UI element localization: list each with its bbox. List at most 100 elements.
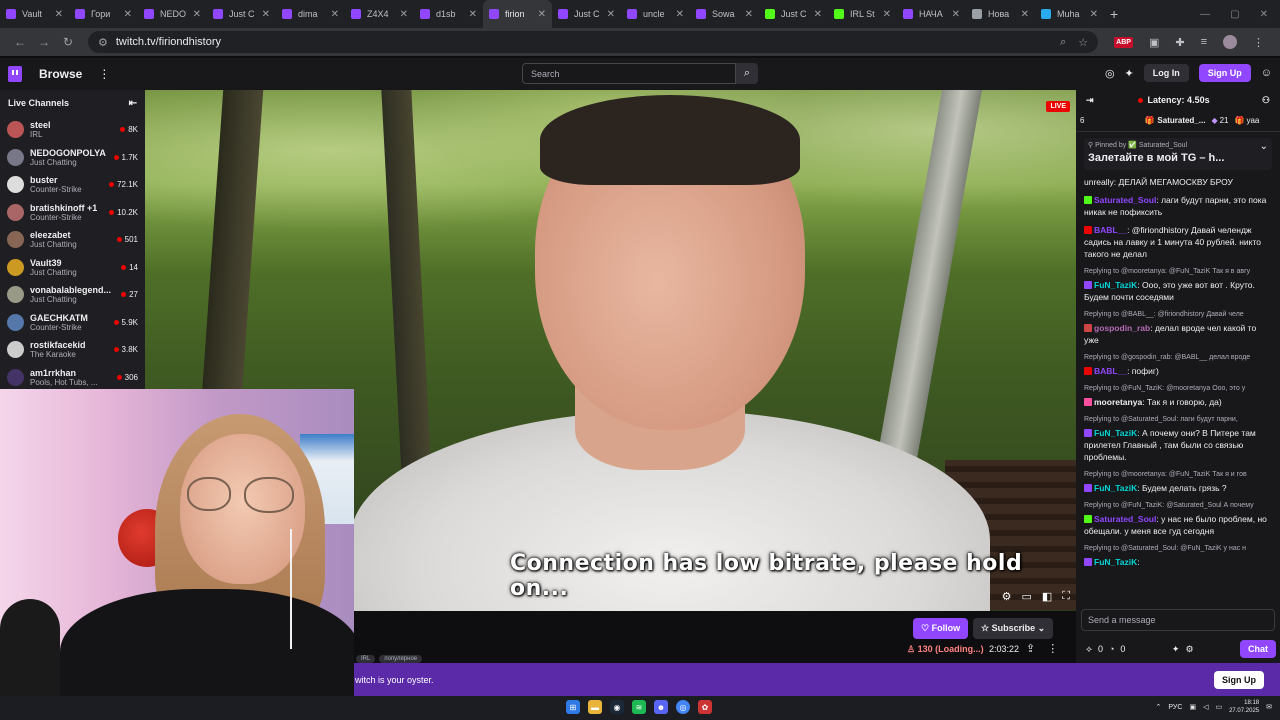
browser-tab[interactable]: Гори ✕ (69, 0, 138, 28)
forward-icon[interactable]: → (32, 35, 56, 49)
zoom-icon[interactable]: ⌕ (1060, 36, 1066, 49)
browser-tab[interactable]: IRL St ✕ (828, 0, 897, 28)
sidebar-channel-item[interactable]: GAECHKATM Counter-Strike 5.9K (0, 309, 145, 337)
close-tab-icon[interactable]: ✕ (607, 9, 615, 20)
sidebar-channel-item[interactable]: eleezabet Just Chatting 501 (0, 226, 145, 254)
search-icon[interactable]: ⌕ (736, 63, 758, 84)
chat-message[interactable]: Saturated_Soul: лаги будут парни, это по… (1084, 194, 1272, 218)
signup-button[interactable]: Sign Up (1198, 64, 1251, 82)
close-tab-icon[interactable]: ✕ (676, 9, 684, 20)
chat-message[interactable]: Replying to @FuN_TaziK: @mooretanya Ооо,… (1084, 383, 1272, 408)
browser-tab[interactable]: uncle ✕ (621, 0, 690, 28)
sidebar-channel-item[interactable]: Vault39 Just Chatting 14 (0, 254, 145, 282)
chrome-icon[interactable]: ◎ (676, 700, 690, 714)
input-language[interactable]: РУС (1168, 704, 1182, 711)
chat-message[interactable]: Replying to @FuN_TaziK: @Saturated_Soul … (1084, 500, 1272, 537)
bookmark-star-icon[interactable]: ☆ (1078, 36, 1088, 49)
chat-username[interactable]: FuN_TaziK (1094, 557, 1137, 567)
close-tab-icon[interactable]: ✕ (331, 9, 339, 20)
chat-message[interactable]: Replying to @mooretanya: @FuN_TaziK Так … (1084, 469, 1272, 494)
maximize-icon[interactable]: ▢ (1230, 9, 1239, 20)
chat-username[interactable]: BABL__ (1094, 366, 1127, 376)
extensions-puzzle-icon[interactable]: ✚ (1175, 36, 1184, 49)
chat-username[interactable]: BABL__ (1094, 225, 1127, 235)
minimize-icon[interactable]: — (1200, 9, 1210, 20)
windows-start-icon[interactable]: ⊞ (566, 700, 580, 714)
sidebar-channel-item[interactable]: bratishkinoff +1 Counter-Strike 10.2K (0, 199, 145, 227)
share-icon[interactable]: ⇪ (1026, 642, 1035, 655)
close-tab-icon[interactable]: ✕ (55, 9, 63, 20)
volume-icon[interactable]: ◁ (1203, 703, 1208, 711)
close-tab-icon[interactable]: ✕ (262, 9, 270, 20)
battery-icon[interactable]: ▭ (1215, 703, 1222, 711)
more-options-icon[interactable]: ⋮ (1047, 642, 1058, 655)
close-tab-icon[interactable]: ✕ (1021, 9, 1029, 20)
chat-username[interactable]: FuN_TaziK (1094, 280, 1137, 290)
fullscreen-icon[interactable]: ⛶ (1062, 590, 1070, 603)
discord-icon[interactable]: ☻ (654, 700, 668, 714)
chat-message[interactable]: Replying to @Saturated_Soul: @FuN_TaziK … (1084, 543, 1272, 568)
chat-message[interactable]: Replying to @Saturated_Soul: лаги будут … (1084, 414, 1272, 463)
sidebar-channel-item[interactable]: am1rrkhan Pools, Hot Tubs, ... 306 (0, 364, 145, 392)
settings-gear-icon[interactable]: ⚙ (1002, 590, 1012, 603)
chat-message[interactable]: Replying to @gospodin_rab: @BABL__ делал… (1084, 352, 1272, 377)
channel-points-icon[interactable]: ⟡ (1086, 644, 1092, 655)
close-tab-icon[interactable]: ✕ (469, 9, 477, 20)
pinned-message[interactable]: ⚲ Pinned by ✅ Saturated_Soul ⌄ Залетайте … (1084, 138, 1272, 170)
mini-player-icon[interactable]: ◧ (1042, 590, 1052, 603)
url-field[interactable]: ⚙ twitch.tv/firiondhistory ⌕ ☆ (88, 31, 1099, 53)
bits-icon[interactable]: ◔ (1109, 644, 1114, 654)
close-window-icon[interactable]: ✕ (1260, 9, 1268, 20)
chat-users-icon[interactable]: ⚇ (1262, 95, 1270, 106)
browser-tab[interactable]: Нова ✕ (966, 0, 1035, 28)
collapse-sidebar-icon[interactable]: ⇤ (129, 98, 137, 109)
search-input[interactable]: Search (522, 63, 736, 84)
betterttv-extension-icon[interactable]: ✦ (1125, 67, 1134, 80)
chat-username[interactable]: Saturated_Soul (1094, 195, 1156, 205)
browser-tab[interactable]: d1sb ✕ (414, 0, 483, 28)
gift-user[interactable]: Saturated_... (1157, 116, 1205, 125)
browser-tab[interactable]: НАЧА ✕ (897, 0, 966, 28)
browser-menu-icon[interactable]: ⋮ (1253, 36, 1264, 49)
sidebar-channel-item[interactable]: buster Counter-Strike 72.1K (0, 171, 145, 199)
browser-tab[interactable]: Just C ✕ (552, 0, 621, 28)
more-menu-icon[interactable]: ⋮ (98, 67, 110, 81)
browser-tab[interactable]: Muha ✕ (1035, 0, 1104, 28)
collapse-chat-icon[interactable]: ⇥ (1086, 95, 1094, 106)
browser-tab[interactable]: Just C ✕ (759, 0, 828, 28)
steam-icon[interactable]: ◉ (610, 700, 624, 714)
chat-message[interactable]: Replying to @mooretanya: @FuN_TaziK Так … (1084, 266, 1272, 303)
chat-settings-icon[interactable]: ⚙ (1185, 644, 1193, 655)
tray-overflow-icon[interactable]: ⌃ (1156, 703, 1162, 711)
extension-icon[interactable]: ✦ (1172, 644, 1180, 655)
file-explorer-icon[interactable]: ▬ (588, 700, 602, 714)
close-tab-icon[interactable]: ✕ (814, 9, 822, 20)
adblock-extension-icon[interactable]: ABP (1114, 36, 1133, 48)
chat-message[interactable]: Replying to @BABL__: @firiondhistory Дав… (1084, 309, 1272, 346)
chat-username[interactable]: mooretanya (1094, 397, 1142, 407)
login-button[interactable]: Log In (1143, 64, 1189, 82)
close-tab-icon[interactable]: ✕ (400, 9, 408, 20)
tag-chip[interactable]: популярное (379, 655, 423, 663)
chevron-down-icon[interactable]: ⌄ (1260, 141, 1268, 152)
app-icon[interactable]: ✿ (698, 700, 712, 714)
browser-tab[interactable]: Sowa ✕ (690, 0, 759, 28)
banner-signup-button[interactable]: Sign Up (1214, 670, 1264, 689)
twitch-logo-icon[interactable] (8, 66, 22, 82)
close-tab-icon[interactable]: ✕ (538, 9, 546, 20)
sidebar-channel-item[interactable]: vonabalablegend... Just Chatting 27 (0, 281, 145, 309)
subscribe-button[interactable]: ☆ Subscribe ⌄ (973, 618, 1054, 639)
close-tab-icon[interactable]: ✕ (952, 9, 960, 20)
chat-username[interactable]: gospodin_rab (1094, 323, 1150, 333)
notifications-icon[interactable]: ✉ (1266, 703, 1272, 711)
chat-message[interactable]: unreally: ДЕЛАЙ МЕГАМОСКВУ БРОУ (1084, 176, 1272, 188)
chat-username[interactable]: Saturated_Soul (1094, 514, 1156, 524)
profile-avatar[interactable] (1223, 35, 1237, 49)
chat-username[interactable]: FuN_TaziK (1094, 428, 1137, 438)
chat-message[interactable]: BABL__: @firiondhistory Давай челендж са… (1084, 224, 1272, 260)
gift-right-user[interactable]: yaa (1246, 116, 1259, 125)
chat-username[interactable]: FuN_TaziK (1094, 483, 1137, 493)
browser-tab[interactable]: Just C ✕ (207, 0, 276, 28)
follow-button[interactable]: ♡ Follow (913, 618, 969, 639)
reload-icon[interactable]: ↻ (56, 35, 80, 49)
